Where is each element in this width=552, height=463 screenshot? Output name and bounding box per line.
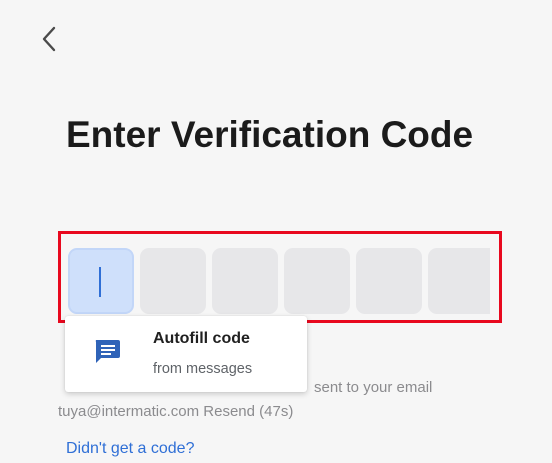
highlight-annotation-box [58, 231, 502, 323]
back-button[interactable] [34, 22, 64, 56]
helper-line-2: tuya@intermatic.com Resend (47s) [58, 403, 294, 420]
verification-screen: Enter Verification Code sent to your ema… [0, 0, 552, 463]
chevron-left-icon [42, 26, 56, 52]
page-title: Enter Verification Code [66, 114, 474, 155]
autofill-title: Autofill code [153, 330, 250, 347]
didnt-get-code-link[interactable]: Didn't get a code? [66, 440, 194, 458]
autofill-suggestion[interactable]: Autofill code from messages [65, 316, 307, 392]
autofill-subtitle: from messages [153, 361, 253, 377]
message-icon [93, 338, 121, 369]
